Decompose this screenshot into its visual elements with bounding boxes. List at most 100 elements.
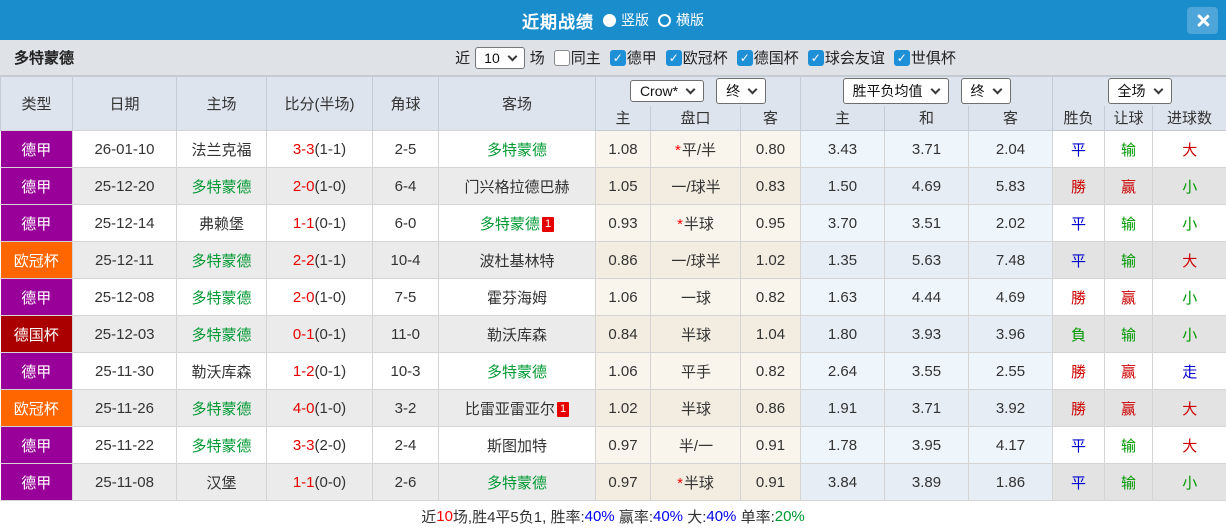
competition-filters: ✓ 德甲 ✓ 欧冠杯 ✓ 德国杯 ✓ 球会友谊 ✓ 世俱杯 xyxy=(601,47,956,68)
sub-header-avg-lose: 客 xyxy=(968,105,1054,131)
layout-landscape-radio[interactable]: 横版 xyxy=(658,10,704,30)
away-team-cell: 勒沃库森 xyxy=(438,315,596,353)
fulltime-score: 3-3 xyxy=(292,436,315,454)
odds-away-cell: 0.91 xyxy=(739,463,802,501)
handicap-value: 一/球半 xyxy=(671,252,721,270)
competition-checkbox[interactable]: ✓ xyxy=(893,49,910,66)
home-team-cell: 多特蒙德 xyxy=(176,241,267,279)
layout-portrait-radio[interactable]: 竖版 xyxy=(603,10,649,30)
away-team-name: 斯图加特 xyxy=(486,437,547,455)
competition-label: 球会友谊 xyxy=(824,50,885,67)
home-team-cell: 多特蒙德 xyxy=(176,167,267,205)
table-row: 欧冠杯 25-12-11 多特蒙德 2-2(1-1) 10-4 波杜基林特 0.… xyxy=(0,241,1226,279)
league-label: 德国杯 xyxy=(13,326,59,344)
odds-company-select[interactable]: Crow* xyxy=(629,80,705,103)
avg-draw-cell: 3.55 xyxy=(884,352,970,390)
home-team-cell: 勒沃库森 xyxy=(176,352,267,390)
summary-segment: 赢率: xyxy=(614,509,653,526)
avg-draw-cell: 3.93 xyxy=(884,315,970,353)
sub-header-odds-away: 客 xyxy=(739,105,802,131)
corners-cell: 10-4 xyxy=(372,241,439,279)
halftime-score: (1-1) xyxy=(314,140,347,158)
panel-title: 近期战绩 xyxy=(522,12,594,32)
home-team-cell: 弗赖堡 xyxy=(176,204,267,242)
handicap-value: 半球 xyxy=(680,400,711,418)
fulltime-score: 1-2 xyxy=(292,362,315,380)
avg-type-select[interactable]: 胜平负均值 xyxy=(842,78,949,105)
table-body: 德甲 26-01-10 法兰克福 3-3(1-1) 2-5 多特蒙德 1.08 … xyxy=(0,130,1226,501)
odds-home-cell: 0.86 xyxy=(595,241,651,279)
league-badge: 德甲 xyxy=(0,130,73,168)
competition-checkbox[interactable]: ✓ xyxy=(609,49,626,66)
odds-away-cell: 1.04 xyxy=(739,315,802,353)
radio-unselected-icon xyxy=(658,13,671,27)
table-row: 德甲 25-11-08 汉堡 1-1(0-0) 2-6 多特蒙德 0.97 *半… xyxy=(0,463,1226,501)
avg-win-cell: 1.91 xyxy=(800,389,886,427)
table-row: 德国杯 25-12-03 多特蒙德 0-1(0-1) 11-0 勒沃库森 0.8… xyxy=(0,315,1226,353)
result-wdl-cell: 勝 xyxy=(1052,167,1106,205)
odds-away-cell: 0.86 xyxy=(739,389,802,427)
date-cell: 25-12-11 xyxy=(72,241,177,279)
result-goals-cell: 小 xyxy=(1152,315,1226,353)
handicap-value: 半球 xyxy=(680,326,711,344)
league-badge: 德甲 xyxy=(0,204,73,242)
away-team-cell: 斯图加特 xyxy=(438,426,596,464)
sub-header-handicap: 盘口 xyxy=(650,105,741,131)
match-count-select[interactable]: 10 xyxy=(475,46,525,69)
result-handicap-cell: 输 xyxy=(1104,463,1154,501)
handicap-value: 平/半 xyxy=(681,141,716,159)
handicap-cell: 平手 xyxy=(650,352,741,390)
home-team-cell: 多特蒙德 xyxy=(176,278,267,316)
table-row: 德甲 25-12-08 多特蒙德 2-0(1-0) 7-5 霍芬海姆 1.06 … xyxy=(0,278,1226,316)
league-label: 德甲 xyxy=(21,178,52,196)
home-team-name: 多特蒙德 xyxy=(191,437,252,455)
avg-win-cell: 3.84 xyxy=(800,463,886,501)
handicap-cell: 一/球半 xyxy=(650,167,741,205)
result-wdl-cell: 平 xyxy=(1052,426,1106,464)
result-wdl-cell: 平 xyxy=(1052,130,1106,168)
scope-group-header: 全场 xyxy=(1052,76,1226,106)
away-team-name: 门兴格拉德巴赫 xyxy=(464,178,570,196)
red-card-badge: 1 xyxy=(541,216,555,232)
away-team-cell: 比雷亚雷亚尔 1 xyxy=(438,389,596,427)
summary-segment: 近 xyxy=(421,509,437,526)
result-wdl-cell: 勝 xyxy=(1052,352,1106,390)
corners-cell: 2-4 xyxy=(372,426,439,464)
star-icon: * xyxy=(674,141,681,159)
home-team-name: 汉堡 xyxy=(206,474,237,492)
avg-draw-cell: 4.69 xyxy=(884,167,970,205)
competition-checkbox[interactable]: ✓ xyxy=(736,49,753,66)
avg-lose-cell: 4.69 xyxy=(968,278,1054,316)
fulltime-score: 2-0 xyxy=(292,177,315,195)
col-header-away: 客场 xyxy=(438,76,596,131)
date-cell: 25-12-14 xyxy=(72,204,177,242)
sub-header-result-handicap: 让球 xyxy=(1104,105,1154,131)
avg-lose-cell: 3.96 xyxy=(968,315,1054,353)
handicap-cell: 半球 xyxy=(650,315,741,353)
result-handicap-cell: 输 xyxy=(1104,130,1154,168)
result-handicap-cell: 输 xyxy=(1104,315,1154,353)
away-team-cell: 多特蒙德 xyxy=(438,130,596,168)
chevron-down-icon xyxy=(992,84,1002,95)
date-cell: 25-12-03 xyxy=(72,315,177,353)
scope-select[interactable]: 全场 xyxy=(1107,78,1172,105)
handicap-cell: *半球 xyxy=(650,204,741,242)
col-header-home: 主场 xyxy=(176,76,267,131)
same-home-checkbox[interactable] xyxy=(553,49,570,66)
table-row: 欧冠杯 25-11-26 多特蒙德 4-0(1-0) 3-2 比雷亚雷亚尔 1 1… xyxy=(0,389,1226,427)
away-team-name: 霍芬海姆 xyxy=(486,289,547,307)
avg-state-select[interactable]: 终 xyxy=(960,78,1011,105)
competition-checkbox[interactable]: ✓ xyxy=(807,49,824,66)
odds-state-select[interactable]: 终 xyxy=(716,78,767,105)
result-handicap-cell: 赢 xyxy=(1104,167,1154,205)
sub-header-odds-home: 主 xyxy=(595,105,651,131)
odds-away-cell: 0.91 xyxy=(739,426,802,464)
halftime-score: (1-0) xyxy=(314,288,347,306)
competition-checkbox[interactable]: ✓ xyxy=(665,49,682,66)
close-button[interactable] xyxy=(1187,7,1218,34)
date-cell: 25-12-08 xyxy=(72,278,177,316)
chevron-down-icon xyxy=(685,84,696,95)
home-team-name: 弗赖堡 xyxy=(198,215,244,233)
avg-lose-cell: 2.02 xyxy=(968,204,1054,242)
handicap-cell: 半/一 xyxy=(650,426,741,464)
